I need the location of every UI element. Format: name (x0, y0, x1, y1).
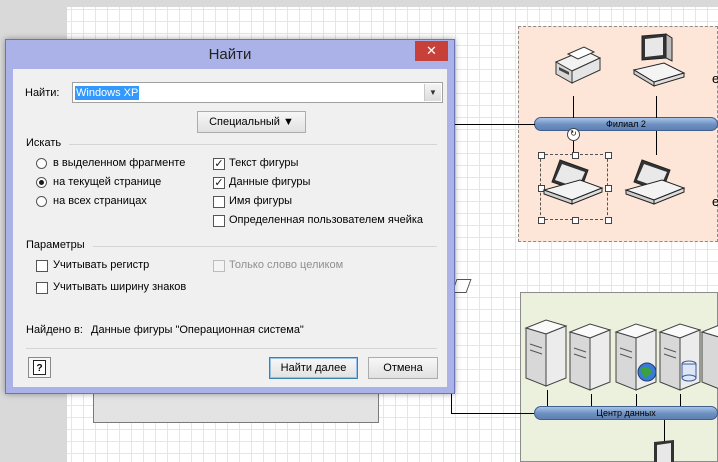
connector-line[interactable] (656, 96, 657, 118)
scope-radio-all-pages[interactable] (36, 196, 47, 207)
data-center-bus[interactable]: Центр данных (534, 406, 718, 420)
help-icon: ? (36, 363, 42, 374)
scope-radio-current-page[interactable] (36, 177, 47, 188)
chevron-down-icon[interactable]: ▼ (424, 84, 441, 101)
selection-handle[interactable] (538, 217, 545, 224)
branch-bus[interactable]: Филиал 2 (534, 117, 718, 131)
special-button[interactable]: Специальный ▼ (197, 111, 306, 133)
match-case-checkbox[interactable] (36, 260, 48, 272)
user-cell-checkbox[interactable] (213, 215, 225, 227)
user-cell-checkbox-label[interactable]: Определенная пользователем ячейка (229, 214, 423, 226)
connector-line[interactable] (656, 131, 657, 155)
laptop-icon[interactable] (540, 156, 608, 218)
connector-line[interactable] (455, 124, 535, 125)
cancel-button[interactable]: Отмена (368, 357, 438, 379)
connector-line[interactable] (547, 390, 548, 407)
found-in-label: Найдено в: (26, 324, 83, 336)
server-icon (700, 325, 718, 389)
dialog-title: Найти (208, 46, 252, 63)
match-width-checkbox-label[interactable]: Учитывать ширину знаков (53, 281, 186, 293)
branch-side-label-2: е (712, 194, 718, 209)
find-label: Найти: (25, 87, 60, 99)
data-center-bus-label: Центр данных (596, 408, 656, 418)
scope-radio-current-page-label[interactable]: на текущей странице (53, 176, 161, 188)
shape-data-checkbox[interactable]: ✓ (213, 177, 225, 189)
branch-bus-label: Филиал 2 (606, 119, 646, 129)
connector-line[interactable] (451, 413, 535, 414)
scope-radio-selection-label[interactable]: в выделенном фрагменте (53, 157, 185, 169)
whole-word-checkbox-label: Только слово целиком (229, 259, 344, 271)
find-input-value[interactable]: Windows XP (75, 86, 140, 100)
shape-name-checkbox[interactable] (213, 196, 225, 208)
server-icon (524, 319, 568, 387)
connector-line[interactable] (573, 96, 574, 118)
find-next-button[interactable]: Найти далее (269, 357, 358, 379)
cancel-button-label: Отмена (383, 362, 423, 374)
search-section-title: Искать (26, 137, 62, 149)
desktop-computer-icon[interactable] (646, 440, 686, 462)
rotation-handle[interactable]: ↻ (567, 128, 580, 141)
scope-radio-all-pages-label[interactable]: на всех страницах (53, 195, 147, 207)
database-icon (681, 360, 697, 382)
shape-text-checkbox-label[interactable]: Текст фигуры (229, 157, 298, 169)
whole-word-checkbox (213, 260, 225, 272)
server-icon (568, 323, 612, 391)
connector-line[interactable] (451, 393, 452, 414)
match-case-checkbox-label[interactable]: Учитывать регистр (53, 259, 149, 271)
desktop-computer-icon[interactable] (626, 32, 690, 94)
server-rack-icons[interactable] (524, 314, 718, 394)
close-button[interactable]: ✕ (415, 41, 448, 61)
scope-radio-selection[interactable] (36, 158, 47, 169)
selection-handle[interactable] (605, 217, 612, 224)
section-divider (69, 144, 437, 145)
shape-data-checkbox-label[interactable]: Данные фигуры (229, 176, 310, 188)
laptop-icon[interactable] (622, 156, 690, 218)
found-in-value: Данные фигуры "Операционная система" (91, 324, 304, 336)
footer-divider (26, 348, 437, 349)
section-divider (93, 246, 437, 247)
globe-icon (637, 362, 657, 382)
special-button-label: Специальный (209, 116, 280, 128)
find-dialog[interactable]: Найти ✕ Найти: Windows XP ▼ Специальный … (5, 39, 455, 394)
find-input[interactable]: Windows XP ▼ (72, 82, 443, 103)
printer-icon[interactable] (550, 40, 602, 86)
params-section-title: Параметры (26, 239, 85, 251)
help-button[interactable]: ? (28, 357, 51, 378)
branch-side-label-1: е (712, 71, 718, 86)
gray-rectangle-shape[interactable] (93, 393, 379, 423)
dropdown-arrow-icon: ▼ (283, 116, 294, 128)
match-width-checkbox[interactable] (36, 282, 48, 294)
shape-text-checkbox[interactable]: ✓ (213, 158, 225, 170)
dialog-body: Найти: Windows XP ▼ Специальный ▼ Искать… (13, 69, 447, 387)
close-icon: ✕ (426, 43, 437, 58)
shape-name-checkbox-label[interactable]: Имя фигуры (229, 195, 292, 207)
selection-handle[interactable] (572, 217, 579, 224)
dialog-titlebar[interactable]: Найти ✕ (6, 40, 454, 69)
find-next-button-label: Найти далее (280, 362, 347, 374)
